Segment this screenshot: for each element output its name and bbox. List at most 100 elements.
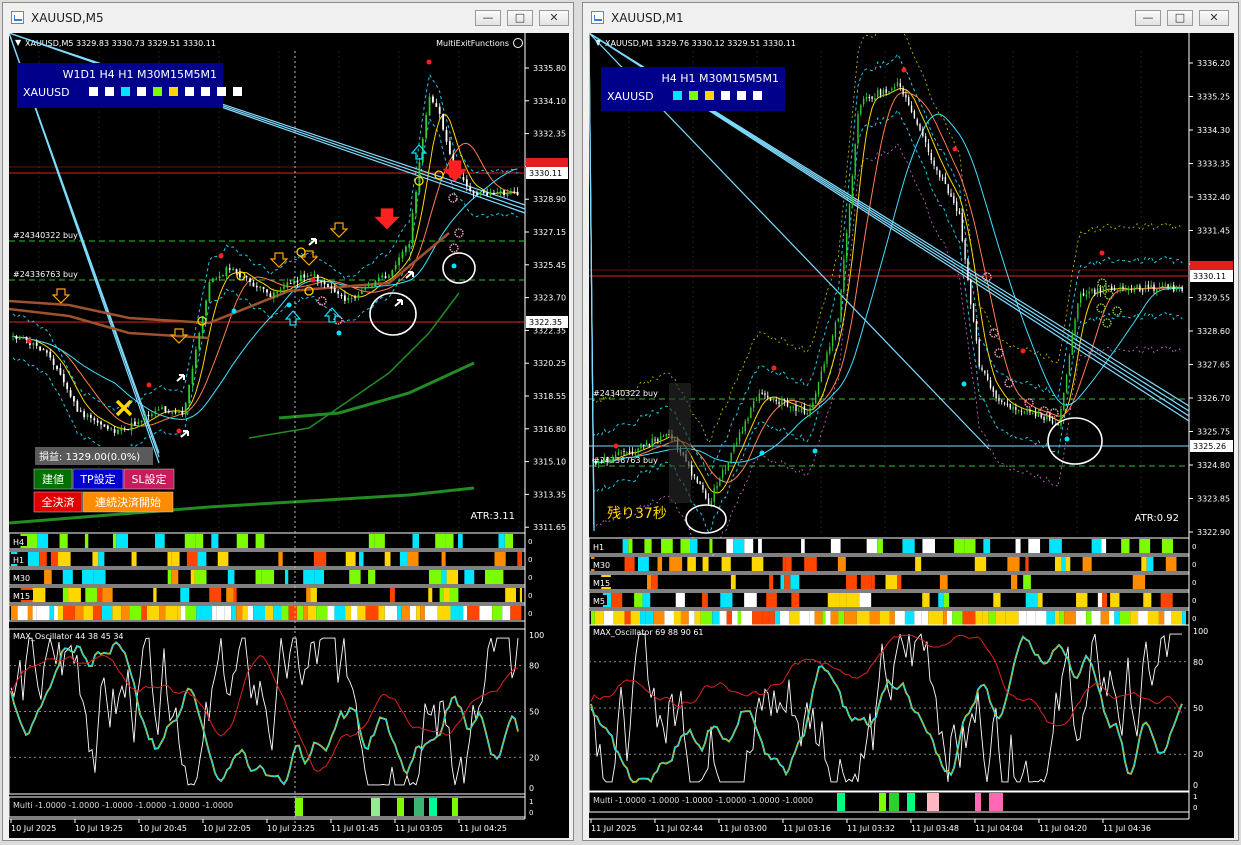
- signal-block: [384, 552, 391, 566]
- signal-block: [774, 611, 780, 625]
- candle-body: [1003, 402, 1006, 404]
- candle-body: [595, 460, 597, 465]
- close-all-button-label: 全決済: [42, 495, 75, 509]
- signal-block: [744, 593, 757, 607]
- close-button[interactable]: ✕: [1199, 10, 1229, 26]
- signal-block: [467, 606, 480, 620]
- candle-body: [862, 98, 865, 105]
- candle-body: [809, 407, 811, 414]
- candle-body: [374, 281, 377, 287]
- signal-block: [242, 606, 248, 620]
- signal-block: [939, 575, 948, 589]
- maximize-button[interactable]: □: [1167, 10, 1193, 26]
- arrow-down-icon: [374, 208, 400, 230]
- signal-block: [349, 570, 361, 584]
- ma-slow: [12, 168, 518, 420]
- candle-body: [52, 358, 55, 365]
- signal-block: [443, 588, 450, 602]
- candle-body: [333, 287, 336, 293]
- candle-body: [637, 447, 639, 453]
- swing-high-dot: [426, 59, 432, 65]
- signal-block: [1160, 593, 1173, 607]
- signal-block: [492, 606, 503, 620]
- candle-body: [764, 393, 766, 396]
- candle-body: [1060, 408, 1062, 426]
- signal-block: [1146, 557, 1154, 571]
- price-label: 3336.20: [1197, 59, 1230, 68]
- osc-level-label: 100: [529, 631, 544, 640]
- candle-body: [958, 211, 961, 214]
- signal-block: [675, 593, 685, 607]
- candle-body: [388, 275, 390, 278]
- signal-block: [226, 588, 234, 602]
- chart-window-icon: [11, 11, 24, 24]
- signal-block: [428, 570, 442, 584]
- candle-body: [910, 105, 913, 113]
- left-chart-window: XAUUSD,M5 — □ ✕ ▼ XAUUSD,M5 3329.83 3330.…: [2, 2, 574, 841]
- signal-block: [866, 539, 878, 553]
- minimize-button[interactable]: —: [475, 10, 501, 26]
- candle-body: [1111, 286, 1113, 290]
- close-button[interactable]: ✕: [539, 10, 569, 26]
- candle-body: [1068, 355, 1071, 376]
- trend-line: [9, 33, 526, 210]
- candle-body: [306, 275, 309, 278]
- time-label: 11 Jul 04:36: [1103, 824, 1151, 833]
- candle-body: [783, 400, 786, 402]
- order-label-1: #24340322 buy: [13, 231, 78, 240]
- candle-body: [721, 470, 724, 478]
- signal-block: [327, 606, 335, 620]
- signal-block: [993, 593, 1001, 607]
- gear-icon: [1024, 398, 1034, 408]
- strip-label: M15: [13, 592, 30, 601]
- signal-block: [1086, 611, 1092, 625]
- signal-block: [1026, 611, 1036, 625]
- left-chart-area[interactable]: ▼ XAUUSD,M5 3329.83 3330.73 3329.51 3330.…: [9, 33, 569, 838]
- multi-block: [889, 793, 899, 811]
- strip-scale: 0: [528, 556, 532, 564]
- signal-block: [84, 534, 89, 548]
- candle-body: [744, 421, 746, 432]
- candle-body: [174, 411, 177, 413]
- right-chart-area[interactable]: ▼XAUUSD,M1 3329.76 3330.12 3329.51 3330.…: [589, 33, 1234, 838]
- time-label: 10 Jul 19:25: [75, 824, 123, 833]
- signal-block: [195, 534, 204, 548]
- band-upper: [12, 73, 518, 412]
- candle-body: [995, 390, 997, 399]
- signal-block: [789, 611, 800, 625]
- candle-body: [513, 191, 516, 193]
- left-chart-svg[interactable]: ▼ XAUUSD,M5 3329.83 3330.73 3329.51 3330.…: [9, 33, 569, 838]
- signal-block: [784, 575, 791, 589]
- candle-body: [289, 283, 292, 285]
- candle-body: [1147, 284, 1150, 288]
- minimize-button[interactable]: —: [1135, 10, 1161, 26]
- signal-block: [721, 557, 731, 571]
- candle-body: [222, 275, 224, 277]
- candle-body: [792, 406, 794, 408]
- candle-body: [941, 177, 944, 179]
- candle-body: [171, 412, 174, 414]
- candle-body: [786, 399, 789, 407]
- candle-body: [330, 286, 333, 289]
- swing-high-dot: [901, 67, 907, 73]
- candle-body: [628, 451, 631, 453]
- swing-low-dot: [759, 450, 765, 456]
- signal-block: [869, 611, 881, 625]
- right-title-bar[interactable]: XAUUSD,M1 — □ ✕: [583, 3, 1238, 33]
- signal-block: [171, 570, 179, 584]
- candle-body: [651, 438, 653, 446]
- maximize-button[interactable]: □: [507, 10, 533, 26]
- left-title-bar[interactable]: XAUUSD,M5 — □ ✕: [3, 3, 573, 33]
- candle-body: [961, 212, 963, 241]
- mtf-status-square: [233, 87, 242, 96]
- signal-block: [345, 552, 356, 566]
- right-chart-svg[interactable]: ▼XAUUSD,M1 3329.76 3330.12 3329.51 3330.…: [589, 33, 1234, 838]
- candle-body: [113, 429, 116, 433]
- signal-block: [780, 575, 785, 589]
- signal-block: [62, 570, 73, 584]
- candle-body: [922, 129, 924, 137]
- candle-body: [992, 387, 995, 392]
- candle-body: [205, 300, 207, 316]
- candle-body: [66, 382, 69, 390]
- candle-body: [896, 82, 899, 87]
